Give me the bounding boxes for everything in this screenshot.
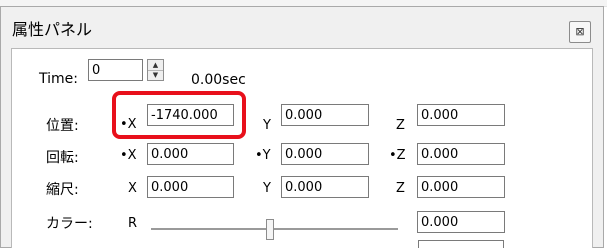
highlight-box xyxy=(112,91,246,139)
position-y-input[interactable] xyxy=(281,104,369,126)
scale-y-axis: Y xyxy=(263,181,271,196)
position-y-axis: Y xyxy=(263,118,271,133)
color-r-slider[interactable] xyxy=(151,228,398,230)
time-seconds: 0.00sec xyxy=(191,72,246,88)
scale-z-axis: Z xyxy=(396,181,405,196)
spin-down-icon[interactable]: ▼ xyxy=(148,70,163,80)
time-label: Time: xyxy=(39,71,78,87)
title-bar: 属性パネル ⊠ xyxy=(1,7,603,51)
rotation-x-input[interactable] xyxy=(147,143,234,165)
rotation-z-input[interactable] xyxy=(417,143,505,165)
rotation-x-axis: •X xyxy=(120,148,137,163)
rotation-z-axis-letter: Z xyxy=(396,148,406,163)
scale-label: 縮尺: xyxy=(46,182,79,198)
scale-y-input[interactable] xyxy=(281,176,369,198)
position-z-input[interactable] xyxy=(417,104,505,126)
color-g-input-partial[interactable] xyxy=(418,240,504,248)
window-title: 属性パネル xyxy=(12,20,93,39)
color-r-input[interactable] xyxy=(417,211,505,233)
color-label: カラー: xyxy=(46,216,93,232)
close-button[interactable]: ⊠ xyxy=(569,21,591,43)
scale-z-input[interactable] xyxy=(417,176,505,198)
close-icon: ⊠ xyxy=(575,25,585,38)
position-z-axis: Z xyxy=(396,118,405,133)
time-spinner[interactable]: ▲ ▼ xyxy=(147,59,164,81)
rotation-label: 回転: xyxy=(46,150,79,166)
rotation-x-axis-letter: X xyxy=(127,148,137,163)
rotation-z-axis: •Z xyxy=(389,148,406,163)
rotation-y-input[interactable] xyxy=(281,143,369,165)
scale-x-input[interactable] xyxy=(147,176,234,198)
position-label: 位置: xyxy=(46,118,79,134)
time-input[interactable] xyxy=(88,59,143,81)
rotation-y-axis-letter: Y xyxy=(262,148,271,163)
color-r-axis: R xyxy=(128,216,138,231)
scale-x-axis: X xyxy=(128,181,137,196)
color-r-slider-thumb[interactable] xyxy=(265,219,274,240)
rotation-y-axis: •Y xyxy=(255,148,271,163)
